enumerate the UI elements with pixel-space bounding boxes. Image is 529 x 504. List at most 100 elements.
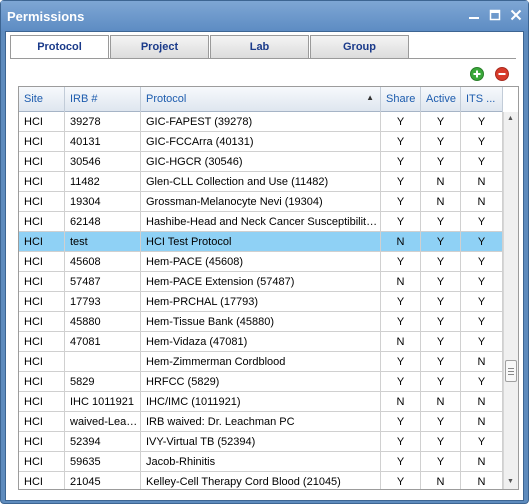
cell-share: Y — [381, 292, 421, 312]
cell-its: N — [461, 192, 503, 212]
table-row[interactable]: HCI 52394 IVY-Virtual TB (52394) Y Y Y — [19, 432, 503, 452]
cell-protocol: IRB waived: Dr. Leachman PC — [141, 412, 381, 432]
cell-site: HCI — [19, 412, 65, 432]
title-bar[interactable]: Permissions — [1, 1, 528, 31]
cell-active: Y — [421, 412, 461, 432]
cell-active: Y — [421, 232, 461, 252]
table-row[interactable]: HCI 5829 HRFCC (5829) Y Y Y — [19, 372, 503, 392]
cell-active: N — [421, 172, 461, 192]
protocol-grid: Site IRB # Protocol ▲ Share Active ITS .… — [18, 86, 519, 490]
cell-site: HCI — [19, 252, 65, 272]
table-row[interactable]: HCI test HCI Test Protocol N Y Y — [19, 232, 503, 252]
cell-its: N — [461, 172, 503, 192]
cell-protocol: GIC-FAPEST (39278) — [141, 112, 381, 132]
column-header-protocol[interactable]: Protocol ▲ — [141, 87, 381, 112]
table-row[interactable]: HCI 39278 GIC-FAPEST (39278) Y Y Y — [19, 112, 503, 132]
cell-its: N — [461, 392, 503, 412]
scroll-down-icon[interactable]: ▼ — [507, 478, 515, 486]
cell-share: N — [381, 232, 421, 252]
cell-share: Y — [381, 352, 421, 372]
tab-project[interactable]: Project — [110, 35, 209, 58]
cell-protocol: HCI Test Protocol — [141, 232, 381, 252]
scroll-up-icon[interactable]: ▲ — [507, 115, 515, 123]
add-icon[interactable] — [470, 67, 484, 81]
table-row[interactable]: HCI 17793 Hem-PRCHAL (17793) Y Y Y — [19, 292, 503, 312]
table-row[interactable]: HCI 47081 Hem-Vidaza (47081) N Y Y — [19, 332, 503, 352]
cell-protocol: Hashibe-Head and Neck Cancer Susceptibil… — [141, 212, 381, 232]
cell-active: Y — [421, 332, 461, 352]
cell-active: Y — [421, 272, 461, 292]
vertical-scrollbar[interactable]: ▲ ▼ — [503, 112, 518, 489]
cell-site: HCI — [19, 152, 65, 172]
table-row[interactable]: HCI 21045 Kelley-Cell Therapy Cord Blood (… — [19, 472, 503, 489]
cell-its: N — [461, 352, 503, 372]
table-row[interactable]: HCI waived-Leac... IRB waived: Dr. Leachma… — [19, 412, 503, 432]
table-row[interactable]: HCI 45880 Hem-Tissue Bank (45880) Y Y Y — [19, 312, 503, 332]
minimize-icon[interactable] — [468, 9, 480, 21]
column-header-its[interactable]: ITS ... — [461, 87, 503, 112]
table-row[interactable]: HCI 19304 Grossman-Melanocyte Nevi (19304)… — [19, 192, 503, 212]
cell-active: Y — [421, 112, 461, 132]
cell-protocol: Hem-Vidaza (47081) — [141, 332, 381, 352]
permissions-window: Permissions Protocol Project Lab Group S… — [0, 0, 529, 504]
column-header-site[interactable]: Site — [19, 87, 65, 112]
cell-active: Y — [421, 312, 461, 332]
cell-active: Y — [421, 432, 461, 452]
cell-its: N — [461, 412, 503, 432]
cell-share: N — [381, 392, 421, 412]
cell-share: Y — [381, 152, 421, 172]
table-row[interactable]: HCI 62148 Hashibe-Head and Neck Cancer Sus… — [19, 212, 503, 232]
cell-share: Y — [381, 432, 421, 452]
cell-active: Y — [421, 372, 461, 392]
cell-protocol: HRFCC (5829) — [141, 372, 381, 392]
maximize-icon[interactable] — [489, 9, 501, 21]
permissions-panel: Protocol Project Lab Group Site IRB # Pr… — [5, 31, 524, 501]
cell-active: Y — [421, 132, 461, 152]
cell-active: Y — [421, 352, 461, 372]
tab-group[interactable]: Group — [310, 35, 409, 58]
column-header-irb[interactable]: IRB # — [65, 87, 141, 112]
tab-bar: Protocol Project Lab Group — [10, 35, 410, 59]
cell-its: N — [461, 472, 503, 489]
cell-protocol: Hem-PACE Extension (57487) — [141, 272, 381, 292]
cell-share: Y — [381, 212, 421, 232]
scroll-thumb[interactable] — [505, 360, 517, 382]
table-row[interactable]: HCI 57487 Hem-PACE Extension (57487) N Y Y — [19, 272, 503, 292]
remove-icon[interactable] — [495, 67, 509, 81]
column-header-protocol-label: Protocol — [146, 93, 187, 105]
cell-protocol: Jacob-Rhinitis — [141, 452, 381, 472]
cell-its: Y — [461, 132, 503, 152]
grid-body: HCI 39278 GIC-FAPEST (39278) Y Y Y HCI 40131 GIC… — [19, 112, 503, 489]
cell-share: Y — [381, 252, 421, 272]
cell-its: Y — [461, 152, 503, 172]
cell-site: HCI — [19, 392, 65, 412]
table-row[interactable]: HCI 11482 Glen-CLL Collection and Use (114… — [19, 172, 503, 192]
table-row[interactable]: HCI Hem-Zimmerman Cordblood Y Y N — [19, 352, 503, 372]
cell-irb: waived-Leac... — [65, 412, 141, 432]
cell-irb: 11482 — [65, 172, 141, 192]
table-row[interactable]: HCI 59635 Jacob-Rhinitis Y Y N — [19, 452, 503, 472]
cell-active: N — [421, 192, 461, 212]
cell-site: HCI — [19, 312, 65, 332]
cell-its: Y — [461, 112, 503, 132]
table-row[interactable]: HCI 30546 GIC-HGCR (30546) Y Y Y — [19, 152, 503, 172]
cell-site: HCI — [19, 212, 65, 232]
cell-irb: 19304 — [65, 192, 141, 212]
cell-active: Y — [421, 292, 461, 312]
table-row[interactable]: HCI 40131 GIC-FCCArra (40131) Y Y Y — [19, 132, 503, 152]
tab-protocol[interactable]: Protocol — [10, 35, 109, 59]
cell-irb: 47081 — [65, 332, 141, 352]
cell-protocol: Hem-PRCHAL (17793) — [141, 292, 381, 312]
column-header-active[interactable]: Active — [421, 87, 461, 112]
cell-active: Y — [421, 152, 461, 172]
table-row[interactable]: HCI IHC 1011921 IHC/IMC (1011921) N N N — [19, 392, 503, 412]
close-icon[interactable] — [510, 9, 522, 21]
cell-its: Y — [461, 432, 503, 452]
cell-irb: 40131 — [65, 132, 141, 152]
tab-lab[interactable]: Lab — [210, 35, 309, 58]
table-row[interactable]: HCI 45608 Hem-PACE (45608) Y Y Y — [19, 252, 503, 272]
cell-its: N — [461, 452, 503, 472]
column-header-share[interactable]: Share — [381, 87, 421, 112]
window-controls — [468, 9, 522, 21]
cell-site: HCI — [19, 132, 65, 152]
